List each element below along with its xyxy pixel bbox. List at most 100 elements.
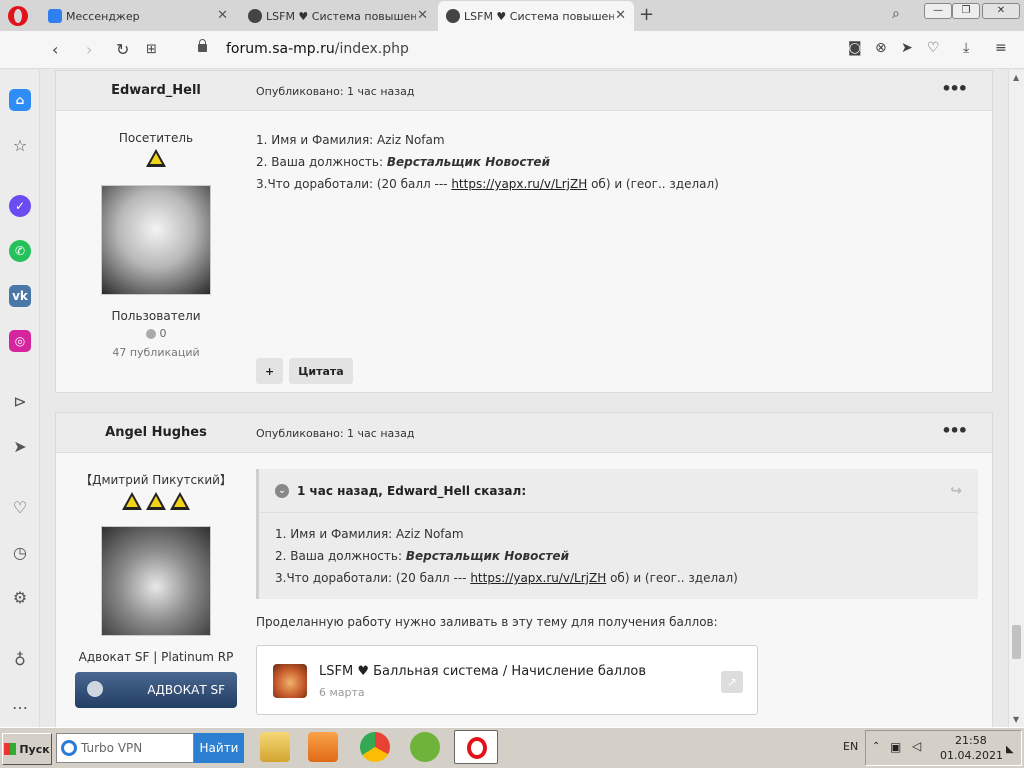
star-icon[interactable]: ☆ [9, 134, 31, 156]
post-body: ⌄ 1 час назад, Edward_Hell сказал: ↪ 1. … [256, 453, 978, 715]
avatar[interactable] [101, 185, 211, 295]
tab-close-icon[interactable]: ✕ [615, 8, 626, 23]
link-embed[interactable]: LSFM ♥ Балльная система / Начисление бал… [256, 645, 758, 715]
new-tab-button[interactable]: + [639, 4, 654, 25]
post-more-icon[interactable]: ••• [941, 421, 968, 440]
line-prefix: 3.Что доработали: (20 балл --- [275, 571, 471, 585]
easy-setup-icon[interactable]: ≡ [995, 40, 1007, 56]
reload-icon[interactable]: ↻ [116, 40, 129, 59]
taskbar-search-input[interactable]: Turbo VPN [56, 733, 194, 763]
history-icon[interactable]: ◷ [9, 541, 31, 563]
rank-icons [56, 492, 256, 510]
lock-icon [198, 39, 207, 52]
line-prefix: 2. Ваша должность: [275, 549, 406, 563]
rank-icons [56, 149, 256, 167]
opera-taskbar-button[interactable] [454, 730, 498, 764]
post-header: Angel Hughes Опубликовано: 1 час назад •… [56, 413, 992, 453]
start-button[interactable]: Пуск [2, 733, 52, 765]
language-indicator[interactable]: EN [843, 740, 858, 753]
post-more-icon[interactable]: ••• [941, 79, 968, 98]
more-icon[interactable]: … [9, 692, 31, 714]
reputation: 0 [56, 327, 256, 340]
search-button[interactable]: Найти [194, 733, 244, 763]
tips-icon[interactable]: ♁ [9, 648, 31, 670]
scroll-down-icon[interactable]: ▼ [1013, 715, 1019, 724]
back-icon[interactable]: ‹ [52, 40, 58, 59]
quote-line: 2. Ваша должность: Верстальщик Новостей [275, 545, 962, 567]
send-icon[interactable]: ➤ [901, 40, 913, 56]
clock-time: 21:58 [955, 734, 987, 747]
site-favicon-icon [248, 9, 262, 23]
scroll-up-icon[interactable]: ▲ [1013, 73, 1019, 82]
camera-icon[interactable]: ◙ [848, 40, 862, 56]
user-group: Пользователи [111, 309, 201, 323]
player-icon[interactable]: ⊳ [9, 390, 31, 412]
heart-icon[interactable]: ♡ [9, 496, 31, 518]
maximize-button[interactable]: ❐ [952, 3, 980, 19]
line-bold: Верстальщик Новостей [386, 155, 550, 169]
windows-taskbar: Пуск Turbo VPN Найти EN ⌃ ▣ ◁ 21:58 01.0… [0, 727, 1024, 768]
embed-date: 6 марта [319, 686, 365, 699]
vk-icon[interactable]: vk [9, 285, 31, 307]
minimize-button[interactable]: — [924, 3, 952, 19]
utorrent-icon[interactable] [410, 732, 440, 762]
browser-sidebar: ⌂ ☆ ✓ ✆ vk ◎ ⊳ ➤ ♡ ◷ ⚙ ♁ … [0, 70, 40, 727]
home-icon[interactable]: ⌂ [9, 89, 31, 111]
heart-icon[interactable]: ♡ [927, 40, 940, 56]
forum-post: Angel Hughes Опубликовано: 1 час назад •… [55, 412, 993, 727]
volume-icon[interactable]: ◁ [912, 739, 921, 753]
settings-icon[interactable]: ⚙ [9, 586, 31, 608]
whatsapp-icon[interactable]: ✆ [9, 240, 31, 262]
close-window-button[interactable]: ✕ [982, 3, 1020, 19]
post-date: Опубликовано: 1 час назад [256, 427, 415, 440]
line-prefix: 2. Ваша должность: [256, 155, 387, 169]
ie-icon [61, 740, 77, 756]
tab-lsfm-active[interactable]: LSFM ♥ Система повышения ✕ [438, 1, 634, 31]
tab-lsfm-1[interactable]: LSFM ♥ Система повышения ✕ [240, 1, 436, 31]
tab-close-icon[interactable]: ✕ [217, 8, 228, 23]
rank-triangle-icon [170, 492, 190, 510]
author-title: Посетитель [118, 131, 194, 145]
download-icon[interactable]: ⤓ [963, 40, 969, 56]
messenger-icon[interactable]: ✓ [9, 195, 31, 217]
notification-icon[interactable]: ◣ [1006, 744, 1014, 755]
rank-triangle-icon [146, 492, 166, 510]
speed-dial-icon[interactable]: ⊞ [146, 42, 157, 57]
tab-messenger[interactable]: Мессенджер ✕ [40, 1, 236, 31]
share-icon[interactable]: ↪ [950, 483, 962, 499]
opera-menu-icon[interactable] [8, 6, 28, 26]
plus-button[interactable]: + [256, 358, 284, 384]
external-link-icon[interactable]: ↗ [721, 671, 743, 693]
page-scrollbar[interactable]: ▲ ▼ [1008, 70, 1024, 727]
advocate-badge[interactable]: АДВОКАТ SF [75, 672, 237, 708]
explorer-icon[interactable] [260, 732, 290, 762]
author-name[interactable]: Edward_Hell [56, 83, 256, 98]
quote-header-text: 1 час назад, Edward_Hell сказал: [297, 483, 527, 498]
chrome-icon[interactable] [360, 732, 390, 762]
adblock-icon[interactable]: ⊗ [875, 40, 887, 56]
instagram-icon[interactable]: ◎ [9, 330, 31, 352]
avatar[interactable] [101, 526, 211, 636]
fox-avatar-icon [273, 664, 307, 698]
chevron-down-icon[interactable]: ⌄ [275, 483, 289, 498]
line-prefix: 3.Что доработали: (20 балл --- [256, 177, 452, 191]
quote-button[interactable]: Цитата [289, 358, 353, 384]
url-field[interactable]: forum.sa-mp.ru/index.php [226, 41, 409, 57]
scrollbar-thumb[interactable] [1012, 625, 1021, 659]
tab-strip: Мессенджер ✕ LSFM ♥ Система повышения ✕ … [0, 0, 1024, 31]
network-icon[interactable]: ▣ [890, 740, 901, 754]
tab-title: Мессенджер [66, 9, 140, 23]
url-domain: forum.sa-mp.ru [226, 41, 335, 57]
tab-search-icon[interactable]: ⌕ [892, 6, 900, 22]
quote-link[interactable]: https://yapx.ru/v/LrjZH [470, 571, 606, 585]
reputation-icon [145, 328, 156, 339]
post-line: 2. Ваша должность: Верстальщик Новостей [256, 151, 976, 173]
tab-close-icon[interactable]: ✕ [417, 8, 428, 23]
embed-title[interactable]: LSFM ♥ Балльная система / Начисление бал… [319, 664, 646, 679]
author-name[interactable]: Angel Hughes [56, 425, 256, 440]
send-icon[interactable]: ➤ [9, 435, 31, 457]
forward-icon[interactable]: › [86, 40, 92, 59]
media-player-icon[interactable] [308, 732, 338, 762]
post-link[interactable]: https://yapx.ru/v/LrjZH [451, 177, 587, 191]
tray-expand-icon[interactable]: ⌃ [872, 741, 880, 752]
